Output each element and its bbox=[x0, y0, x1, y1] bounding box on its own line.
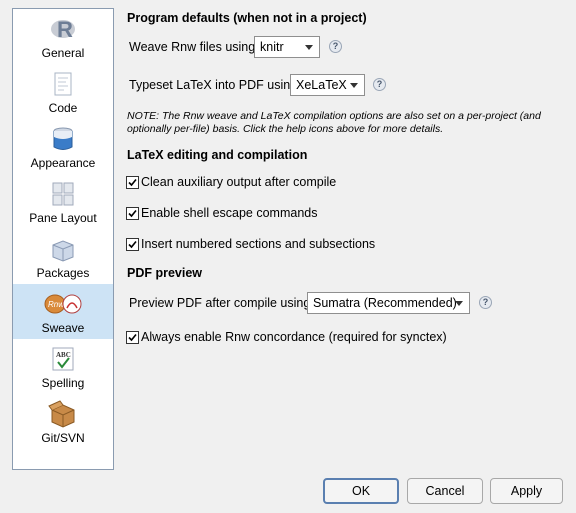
git-svn-box-icon bbox=[48, 400, 78, 428]
sidebar-item-label: Pane Layout bbox=[29, 211, 97, 225]
latex-heading: LaTeX editing and compilation bbox=[127, 148, 308, 162]
svg-text:R: R bbox=[57, 17, 73, 42]
shell-escape-checkbox[interactable] bbox=[126, 207, 139, 220]
chevron-down-icon bbox=[305, 45, 313, 50]
spelling-abc-check-icon: ABC bbox=[48, 345, 78, 373]
clean-aux-checkbox[interactable] bbox=[126, 176, 139, 189]
sweave-rnw-pdf-icon: Rnw bbox=[43, 290, 83, 318]
sidebar-item-label: Packages bbox=[36, 266, 90, 280]
checkmark-icon bbox=[128, 333, 137, 342]
weave-select[interactable]: knitr bbox=[254, 36, 320, 58]
typeset-select-value: XeLaTeX bbox=[296, 78, 347, 92]
preview-help-icon[interactable]: ? bbox=[479, 296, 492, 309]
shell-escape-label[interactable]: Enable shell escape commands bbox=[141, 206, 318, 220]
apply-button[interactable]: Apply bbox=[490, 478, 563, 504]
weave-select-value: knitr bbox=[260, 40, 284, 54]
numbered-sections-label[interactable]: Insert numbered sections and subsections bbox=[141, 237, 375, 251]
compilation-note: NOTE: The Rnw weave and LaTeX compilatio… bbox=[127, 110, 541, 135]
preview-label: Preview PDF after compile using: bbox=[129, 296, 314, 310]
sidebar-item-label: Appearance bbox=[30, 156, 96, 170]
chevron-down-icon bbox=[455, 301, 463, 306]
program-defaults-heading: Program defaults (when not in a project) bbox=[127, 11, 367, 25]
code-document-icon bbox=[48, 70, 78, 98]
sidebar-item-git-svn[interactable]: Git/SVN bbox=[13, 394, 113, 449]
package-box-icon bbox=[48, 235, 78, 263]
typeset-select[interactable]: XeLaTeX bbox=[290, 74, 365, 96]
weave-label: Weave Rnw files using: bbox=[129, 40, 259, 54]
paint-bucket-icon bbox=[48, 125, 78, 153]
options-sidebar: R General Code Appearance Pane Layout Pa… bbox=[12, 8, 114, 470]
sidebar-item-appearance[interactable]: Appearance bbox=[13, 119, 113, 174]
cancel-button[interactable]: Cancel bbox=[407, 478, 483, 504]
sidebar-item-packages[interactable]: Packages bbox=[13, 229, 113, 284]
sidebar-item-label: Code bbox=[48, 101, 78, 115]
sidebar-item-general[interactable]: R General bbox=[13, 9, 113, 64]
concordance-label[interactable]: Always enable Rnw concordance (required … bbox=[141, 330, 447, 344]
numbered-sections-checkbox[interactable] bbox=[126, 238, 139, 251]
chevron-down-icon bbox=[350, 83, 358, 88]
weave-help-icon[interactable]: ? bbox=[329, 40, 342, 53]
pdf-preview-heading: PDF preview bbox=[127, 266, 203, 280]
checkmark-icon bbox=[128, 209, 137, 218]
preview-select-value: Sumatra (Recommended) bbox=[313, 296, 457, 310]
pane-layout-icon bbox=[48, 180, 78, 208]
clean-aux-label[interactable]: Clean auxiliary output after compile bbox=[141, 175, 336, 189]
typeset-label: Typeset LaTeX into PDF using: bbox=[129, 78, 301, 92]
sidebar-item-code[interactable]: Code bbox=[13, 64, 113, 119]
sidebar-item-spelling[interactable]: ABC Spelling bbox=[13, 339, 113, 394]
preview-select[interactable]: Sumatra (Recommended) bbox=[307, 292, 470, 314]
sidebar-item-label: General bbox=[41, 46, 85, 60]
concordance-checkbox[interactable] bbox=[126, 331, 139, 344]
ok-button[interactable]: OK bbox=[323, 478, 399, 504]
checkmark-icon bbox=[128, 178, 137, 187]
sidebar-item-sweave[interactable]: Rnw Sweave bbox=[13, 284, 113, 339]
sidebar-item-label: Sweave bbox=[41, 321, 85, 335]
sidebar-item-label: Spelling bbox=[41, 376, 85, 390]
sidebar-item-label: Git/SVN bbox=[41, 431, 85, 445]
checkmark-icon bbox=[128, 240, 137, 249]
sidebar-item-pane-layout[interactable]: Pane Layout bbox=[13, 174, 113, 229]
r-logo-icon: R bbox=[48, 15, 78, 43]
typeset-help-icon[interactable]: ? bbox=[373, 78, 386, 91]
